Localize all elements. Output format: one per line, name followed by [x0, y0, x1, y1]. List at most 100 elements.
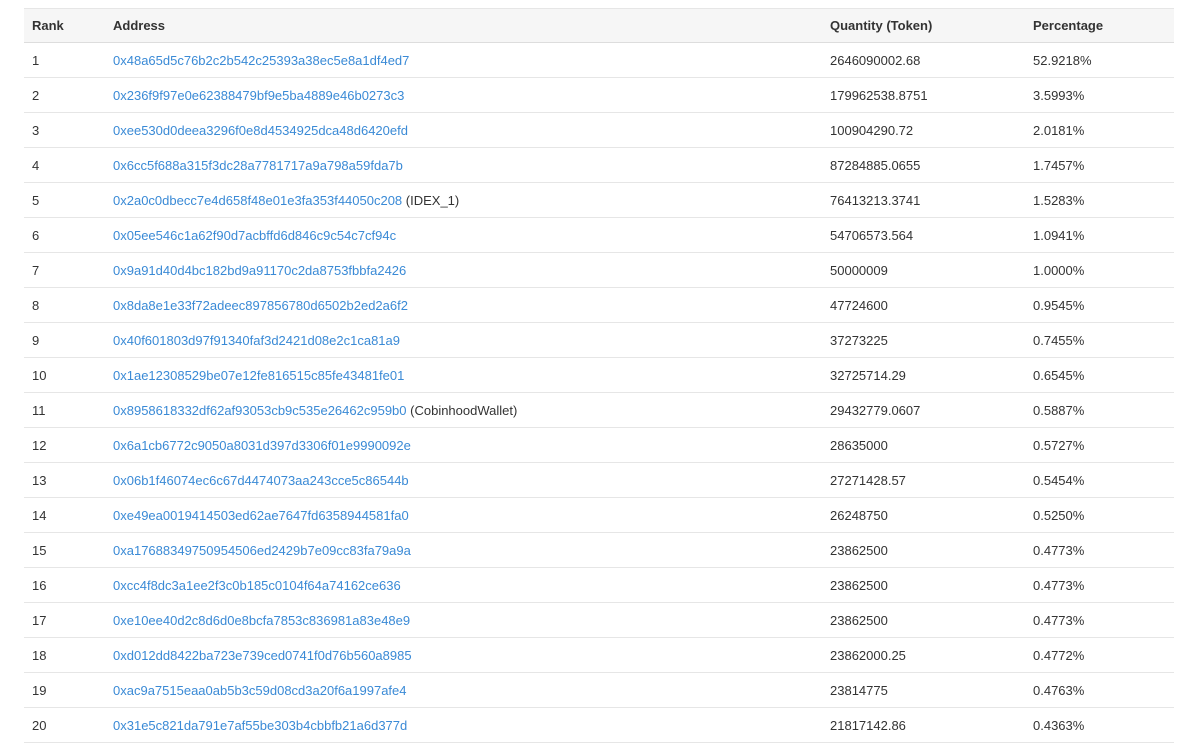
table-row: 10 0x1ae12308529be07e12fe816515c85fe43481…	[24, 357, 1174, 393]
rank-cell: 17	[24, 602, 105, 638]
address-link[interactable]: 0x06b1f46074ec6c67d4474073aa243cce5c8654…	[113, 473, 409, 488]
quantity-cell: 23862000.25	[822, 637, 1025, 673]
quantity-cell: 54706573.564	[822, 217, 1025, 253]
quantity-cell: 37273225	[822, 322, 1025, 358]
address-link[interactable]: 0x40f601803d97f91340faf3d2421d08e2c1ca81…	[113, 333, 400, 348]
percentage-cell: 0.5887%	[1025, 392, 1174, 428]
table-row: 11 0x8958618332df62af93053cb9c535e26462c9…	[24, 392, 1174, 428]
column-header-percentage: Percentage	[1025, 8, 1174, 43]
table-row: 15 0xa17688349750954506ed2429b7e09cc83fa7…	[24, 532, 1174, 568]
rank-cell: 4	[24, 147, 105, 183]
address-link[interactable]: 0x05ee546c1a62f90d7acbffd6d846c9c54c7cf9…	[113, 228, 396, 243]
percentage-cell: 1.0941%	[1025, 217, 1174, 253]
rank-cell: 6	[24, 217, 105, 253]
address-link[interactable]: 0x8958618332df62af93053cb9c535e26462c959…	[113, 403, 407, 418]
table-row: 3 0xee530d0deea3296f0e8d4534925dca48d6420…	[24, 112, 1174, 148]
address-link[interactable]: 0xa17688349750954506ed2429b7e09cc83fa79a…	[113, 543, 411, 558]
percentage-cell: 0.5250%	[1025, 497, 1174, 533]
address-link[interactable]: 0x31e5c821da791e7af55be303b4cbbfb21a6d37…	[113, 718, 407, 733]
token-holders-table: Rank Address Quantity (Token) Percentage…	[24, 8, 1174, 743]
address-link[interactable]: 0xcc4f8dc3a1ee2f3c0b185c0104f64a74162ce6…	[113, 578, 401, 593]
percentage-cell: 1.0000%	[1025, 252, 1174, 288]
percentage-cell: 0.5727%	[1025, 427, 1174, 463]
table-row: 1 0x48a65d5c76b2c2b542c25393a38ec5e8a1df4…	[24, 42, 1174, 78]
percentage-cell: 3.5993%	[1025, 77, 1174, 113]
table-row: 18 0xd012dd8422ba723e739ced0741f0d76b560a…	[24, 637, 1174, 673]
quantity-cell: 47724600	[822, 287, 1025, 323]
address-link[interactable]: 0x48a65d5c76b2c2b542c25393a38ec5e8a1df4e…	[113, 53, 409, 68]
address-cell: 0xe10ee40d2c8d6d0e8bcfa7853c836981a83e48…	[105, 602, 822, 638]
percentage-cell: 0.4773%	[1025, 567, 1174, 603]
table-row: 20 0x31e5c821da791e7af55be303b4cbbfb21a6d…	[24, 707, 1174, 743]
quantity-cell: 76413213.3741	[822, 182, 1025, 218]
quantity-cell: 23862500	[822, 532, 1025, 568]
address-cell: 0xac9a7515eaa0ab5b3c59d08cd3a20f6a1997af…	[105, 672, 822, 708]
address-cell: 0x05ee546c1a62f90d7acbffd6d846c9c54c7cf9…	[105, 217, 822, 253]
address-cell: 0x31e5c821da791e7af55be303b4cbbfb21a6d37…	[105, 707, 822, 743]
address-cell: 0x236f9f97e0e62388479bf9e5ba4889e46b0273…	[105, 77, 822, 113]
rank-cell: 3	[24, 112, 105, 148]
header-row: Rank Address Quantity (Token) Percentage	[24, 8, 1174, 43]
percentage-cell: 52.9218%	[1025, 42, 1174, 78]
address-link[interactable]: 0x6cc5f688a315f3dc28a7781717a9a798a59fda…	[113, 158, 403, 173]
column-header-rank: Rank	[24, 8, 105, 43]
address-cell: 0xa17688349750954506ed2429b7e09cc83fa79a…	[105, 532, 822, 568]
address-cell: 0x9a91d40d4bc182bd9a91170c2da8753fbbfa24…	[105, 252, 822, 288]
quantity-cell: 50000009	[822, 252, 1025, 288]
percentage-cell: 0.5454%	[1025, 462, 1174, 498]
percentage-cell: 0.7455%	[1025, 322, 1174, 358]
quantity-cell: 26248750	[822, 497, 1025, 533]
table-row: 9 0x40f601803d97f91340faf3d2421d08e2c1ca8…	[24, 322, 1174, 358]
quantity-cell: 29432779.0607	[822, 392, 1025, 428]
quantity-cell: 23814775	[822, 672, 1025, 708]
rank-cell: 11	[24, 392, 105, 428]
column-header-quantity: Quantity (Token)	[822, 8, 1025, 43]
address-link[interactable]: 0xee530d0deea3296f0e8d4534925dca48d6420e…	[113, 123, 408, 138]
address-cell: 0xe49ea0019414503ed62ae7647fd6358944581f…	[105, 497, 822, 533]
address-link[interactable]: 0xe10ee40d2c8d6d0e8bcfa7853c836981a83e48…	[113, 613, 410, 628]
quantity-cell: 21817142.86	[822, 707, 1025, 743]
address-link[interactable]: 0xd012dd8422ba723e739ced0741f0d76b560a89…	[113, 648, 412, 663]
quantity-cell: 87284885.0655	[822, 147, 1025, 183]
rank-cell: 8	[24, 287, 105, 323]
table-row: 16 0xcc4f8dc3a1ee2f3c0b185c0104f64a74162c…	[24, 567, 1174, 603]
address-link[interactable]: 0xac9a7515eaa0ab5b3c59d08cd3a20f6a1997af…	[113, 683, 407, 698]
percentage-cell: 0.4773%	[1025, 602, 1174, 638]
table-row: 14 0xe49ea0019414503ed62ae7647fd635894458…	[24, 497, 1174, 533]
table-header: Rank Address Quantity (Token) Percentage	[24, 8, 1174, 43]
rank-cell: 9	[24, 322, 105, 358]
quantity-cell: 2646090002.68	[822, 42, 1025, 78]
quantity-cell: 23862500	[822, 602, 1025, 638]
percentage-cell: 0.4773%	[1025, 532, 1174, 568]
table-row: 7 0x9a91d40d4bc182bd9a91170c2da8753fbbfa2…	[24, 252, 1174, 288]
rank-cell: 7	[24, 252, 105, 288]
rank-cell: 13	[24, 462, 105, 498]
percentage-cell: 1.7457%	[1025, 147, 1174, 183]
rank-cell: 20	[24, 707, 105, 743]
quantity-cell: 23862500	[822, 567, 1025, 603]
rank-cell: 18	[24, 637, 105, 673]
percentage-cell: 1.5283%	[1025, 182, 1174, 218]
address-link[interactable]: 0x9a91d40d4bc182bd9a91170c2da8753fbbfa24…	[113, 263, 406, 278]
address-cell: 0x06b1f46074ec6c67d4474073aa243cce5c8654…	[105, 462, 822, 498]
address-cell: 0x8da8e1e33f72adeec897856780d6502b2ed2a6…	[105, 287, 822, 323]
address-link[interactable]: 0x1ae12308529be07e12fe816515c85fe43481fe…	[113, 368, 404, 383]
address-cell: 0x6a1cb6772c9050a8031d397d3306f01e999009…	[105, 427, 822, 463]
table-row: 19 0xac9a7515eaa0ab5b3c59d08cd3a20f6a1997…	[24, 672, 1174, 708]
percentage-cell: 0.9545%	[1025, 287, 1174, 323]
table-row: 13 0x06b1f46074ec6c67d4474073aa243cce5c86…	[24, 462, 1174, 498]
table-row: 5 0x2a0c0dbecc7e4d658f48e01e3fa353f44050c…	[24, 182, 1174, 218]
address-link[interactable]: 0xe49ea0019414503ed62ae7647fd6358944581f…	[113, 508, 409, 523]
rank-cell: 1	[24, 42, 105, 78]
rank-cell: 19	[24, 672, 105, 708]
address-link[interactable]: 0x236f9f97e0e62388479bf9e5ba4889e46b0273…	[113, 88, 404, 103]
quantity-cell: 28635000	[822, 427, 1025, 463]
address-link[interactable]: 0x6a1cb6772c9050a8031d397d3306f01e999009…	[113, 438, 411, 453]
table-body: 1 0x48a65d5c76b2c2b542c25393a38ec5e8a1df4…	[24, 42, 1174, 743]
address-link[interactable]: 0x8da8e1e33f72adeec897856780d6502b2ed2a6…	[113, 298, 408, 313]
percentage-cell: 0.6545%	[1025, 357, 1174, 393]
percentage-cell: 2.0181%	[1025, 112, 1174, 148]
address-link[interactable]: 0x2a0c0dbecc7e4d658f48e01e3fa353f44050c2…	[113, 193, 402, 208]
table-row: 6 0x05ee546c1a62f90d7acbffd6d846c9c54c7cf…	[24, 217, 1174, 253]
rank-cell: 12	[24, 427, 105, 463]
